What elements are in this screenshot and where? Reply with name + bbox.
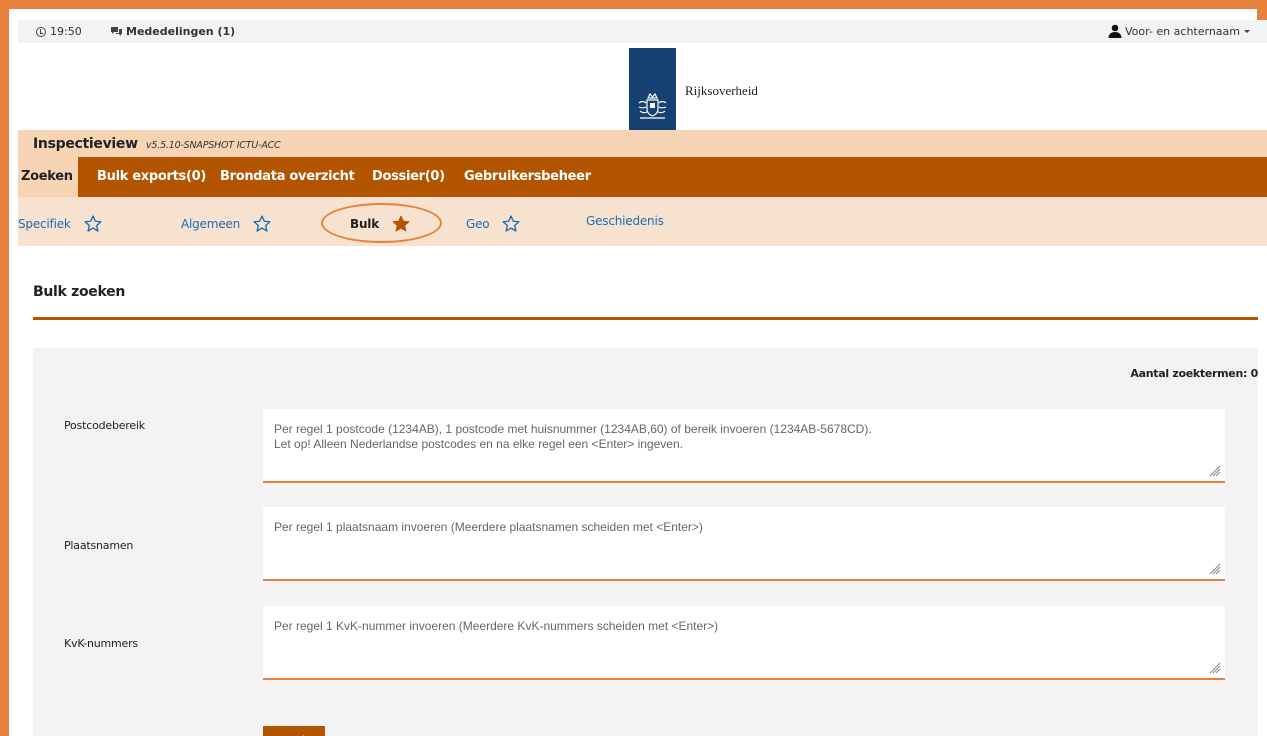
tab-label: Geo: [466, 217, 490, 231]
sub-nav: Specifiek Algemeen Bulk Geo Geschiedenis: [18, 197, 1267, 246]
nav-item-zoeken[interactable]: Zoeken: [18, 157, 78, 197]
resize-grip-icon[interactable]: [1208, 464, 1221, 477]
tab-label: Specifiek: [18, 217, 71, 231]
kvk-label: KvK-nummers: [64, 637, 138, 650]
nav-item-label: Zoeken: [21, 169, 73, 184]
postcode-label: Postcodebereik: [64, 419, 145, 432]
tab-geo[interactable]: Geo: [466, 214, 521, 234]
user-icon: [1108, 24, 1122, 38]
tab-label: Bulk: [350, 217, 379, 231]
star-outline-icon[interactable]: [501, 214, 521, 234]
nav-item-dossier[interactable]: Dossier(0): [372, 169, 445, 184]
postcode-placeholder: Per regel 1 postcode (1234AB), 1 postcod…: [274, 422, 872, 451]
clock-icon: [36, 26, 46, 37]
logo-area: Rijksoverheid: [18, 43, 1267, 130]
plaatsnamen-placeholder: Per regel 1 plaatsnaam invoeren (Meerder…: [274, 520, 703, 534]
nav-item-gebruikersbeheer[interactable]: Gebruikersbeheer: [464, 169, 591, 184]
app-name: Inspectieview: [33, 136, 138, 152]
postcode-textarea[interactable]: Per regel 1 postcode (1234AB), 1 postcod…: [263, 409, 1225, 483]
plaatsnamen-label: Plaatsnamen: [64, 539, 134, 552]
tab-bulk[interactable]: Bulk: [350, 214, 411, 234]
caret-down-icon: [1244, 30, 1250, 33]
clock-time: 19:50: [50, 25, 82, 38]
crest-icon: [638, 92, 667, 119]
main-nav: Zoeken Bulk exports(0) Brondata overzich…: [18, 157, 1267, 197]
bulk-search-form: Aantal zoektermen: 0 Postcodebereik Per …: [33, 348, 1258, 736]
kvk-textarea[interactable]: Per regel 1 KvK-nummer invoeren (Meerder…: [263, 606, 1225, 680]
tab-algemeen[interactable]: Algemeen: [181, 214, 272, 234]
clock: 19:50: [36, 25, 82, 38]
tab-specifiek[interactable]: Specifiek: [18, 214, 103, 234]
plaatsnamen-textarea[interactable]: Per regel 1 plaatsnaam invoeren (Meerder…: [263, 507, 1225, 581]
star-outline-icon[interactable]: [252, 214, 272, 234]
tab-label: Geschiedenis: [586, 214, 664, 228]
user-name: Voor- en achternaam: [1125, 24, 1240, 38]
star-filled-icon[interactable]: [391, 214, 411, 234]
nav-item-bulk-exports[interactable]: Bulk exports(0): [97, 169, 206, 184]
app-title-bar: Inspectieview v5.5.10-SNAPSHOT ICTU-ACC: [18, 130, 1267, 157]
zoek-button[interactable]: Zoek: [263, 726, 325, 736]
messages-link[interactable]: Mededelingen (1): [110, 25, 235, 38]
resize-grip-icon[interactable]: [1208, 562, 1221, 575]
chat-icon: [111, 27, 122, 36]
title-divider: [33, 317, 1258, 320]
tab-label: Algemeen: [181, 217, 241, 231]
tab-geschiedenis[interactable]: Geschiedenis: [586, 214, 664, 228]
app-window: 19:50 Mededelingen (1) Voor- en achterna…: [18, 20, 1267, 736]
resize-grip-icon[interactable]: [1208, 661, 1221, 674]
utility-bar: 19:50 Mededelingen (1) Voor- en achterna…: [18, 20, 1267, 43]
star-outline-icon[interactable]: [83, 214, 103, 234]
user-menu[interactable]: Voor- en achternaam: [1108, 24, 1251, 38]
page-title: Bulk zoeken: [33, 284, 125, 300]
logo-text: Rijksoverheid: [685, 83, 758, 98]
rijksoverheid-logo: [629, 48, 676, 130]
messages-label: Mededelingen (1): [126, 25, 236, 38]
app-version: v5.5.10-SNAPSHOT ICTU-ACC: [146, 140, 281, 151]
search-term-count: Aantal zoektermen: 0: [1130, 367, 1258, 380]
nav-item-brondata-overzicht[interactable]: Brondata overzicht: [220, 169, 355, 184]
kvk-placeholder: Per regel 1 KvK-nummer invoeren (Meerder…: [274, 619, 719, 633]
